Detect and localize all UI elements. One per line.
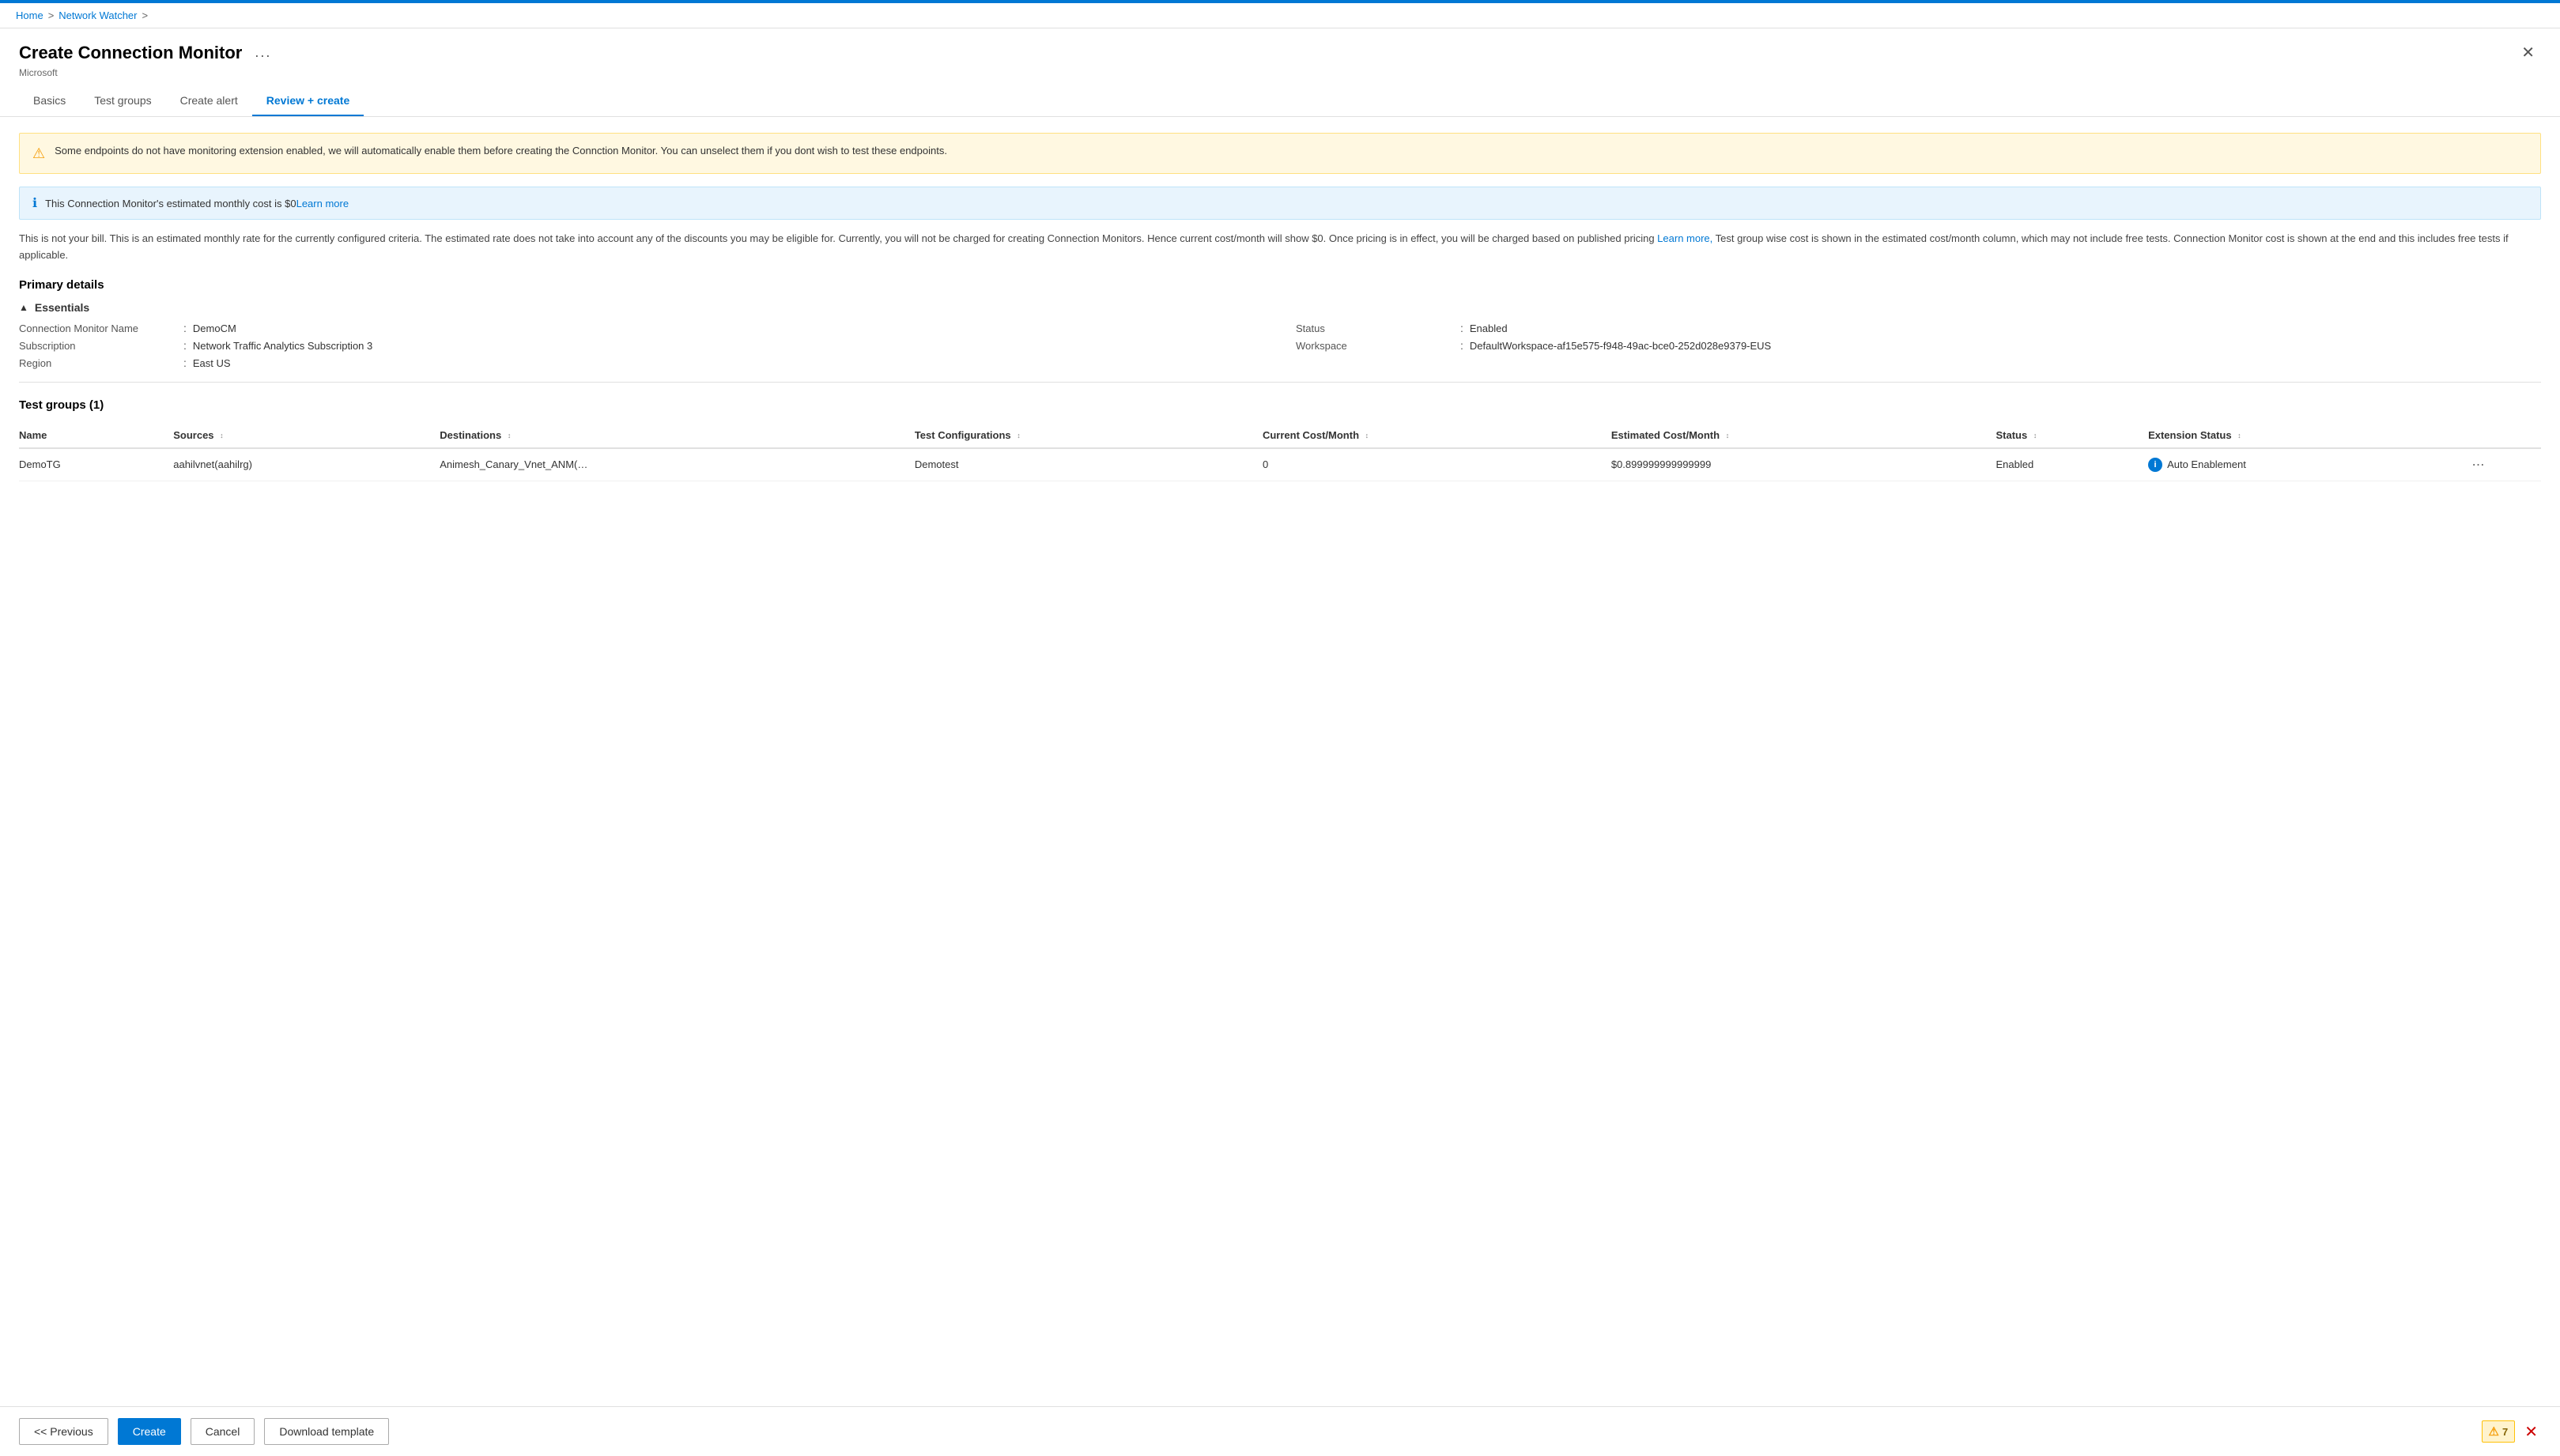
essentials-section: Primary details ▲ Essentials Connection … (19, 278, 2541, 383)
primary-details-title: Primary details (19, 278, 2541, 292)
cell-sources: aahilvnet(aahilrg) (173, 448, 440, 481)
close-panel-button[interactable]: ✕ (2515, 41, 2541, 64)
panel-subtitle: Microsoft (19, 67, 2541, 78)
cell-estimated-cost: $0.899999999999999 (1611, 448, 1996, 481)
col-header-estimated-cost[interactable]: Estimated Cost/Month ↕ (1611, 423, 1996, 448)
extension-info-icon: i (2148, 458, 2162, 472)
desc-before: This is not your bill. This is an estima… (19, 232, 1657, 244)
panel-title: Create Connection Monitor (19, 43, 242, 63)
sort-icon-extension-status: ↕ (2237, 432, 2241, 439)
essentials-label-region: Region (19, 357, 177, 369)
essentials-label-status: Status (1296, 323, 1454, 334)
essentials-label: Essentials (35, 301, 89, 314)
sort-icon-current-cost: ↕ (1365, 432, 1369, 439)
essentials-header[interactable]: ▲ Essentials (19, 301, 2541, 314)
cell-row-actions[interactable]: ⋯ (2471, 448, 2541, 481)
cell-test-configurations: Demotest (915, 448, 1263, 481)
cell-name: DemoTG (19, 448, 173, 481)
col-header-sources[interactable]: Sources ↕ (173, 423, 440, 448)
description-text: This is not your bill. This is an estima… (19, 231, 2541, 264)
essentials-item-subscription: Subscription : Network Traffic Analytics… (19, 339, 1264, 352)
tabs: Basics Test groups Create alert Review +… (19, 86, 2541, 116)
breadcrumb-sep-1: > (48, 9, 55, 21)
extension-status-text: Auto Enablement (2167, 458, 2246, 470)
notification-badge[interactable]: ⚠ 7 (2482, 1420, 2516, 1443)
warning-icon: ⚠ (32, 145, 45, 162)
info-icon: ℹ (32, 195, 37, 211)
test-groups-table: Name Sources ↕ Destinations ↕ Test Confi… (19, 423, 2541, 481)
essentials-label-workspace: Workspace (1296, 340, 1454, 352)
panel-title-row: Create Connection Monitor ... ✕ (19, 41, 2541, 64)
breadcrumb-network-watcher[interactable]: Network Watcher (59, 9, 137, 21)
sort-icon-test-configurations: ↕ (1017, 432, 1021, 439)
row-ellipsis-button[interactable]: ⋯ (2471, 458, 2485, 472)
col-header-actions (2471, 423, 2541, 448)
col-header-extension-status[interactable]: Extension Status ↕ (2148, 423, 2471, 448)
sort-icon-destinations: ↕ (508, 432, 512, 439)
essentials-label-name: Connection Monitor Name (19, 323, 177, 334)
alert-info-text: This Connection Monitor's estimated mont… (45, 198, 349, 209)
cell-destinations: Animesh_Canary_Vnet_ANM(… (440, 448, 915, 481)
table-row: DemoTG aahilvnet(aahilrg) Animesh_Canary… (19, 448, 2541, 481)
extension-status-container: i Auto Enablement (2148, 458, 2462, 472)
col-header-destinations[interactable]: Destinations ↕ (440, 423, 915, 448)
cancel-button[interactable]: Cancel (191, 1418, 255, 1445)
download-template-button[interactable]: Download template (264, 1418, 389, 1445)
test-groups-title: Test groups (1) (19, 398, 2541, 412)
footer: << Previous Create Cancel Download templ… (0, 1406, 2560, 1456)
alert-warning: ⚠ Some endpoints do not have monitoring … (19, 133, 2541, 174)
essentials-item-region: Region : East US (19, 356, 1264, 369)
alert-warning-text: Some endpoints do not have monitoring ex… (55, 145, 947, 157)
sort-icon-sources: ↕ (220, 432, 224, 439)
col-header-test-configurations[interactable]: Test Configurations ↕ (915, 423, 1263, 448)
essentials-label-subscription: Subscription (19, 340, 177, 352)
col-header-status[interactable]: Status ↕ (1996, 423, 2148, 448)
notification-close-button[interactable]: ✕ (2521, 1420, 2541, 1443)
tab-basics[interactable]: Basics (19, 86, 80, 116)
sort-icon-estimated-cost: ↕ (1726, 432, 1730, 439)
notification-warn-icon: ⚠ (2489, 1424, 2499, 1439)
essentials-value-region: East US (193, 357, 231, 369)
alert-info: ℹ This Connection Monitor's estimated mo… (19, 187, 2541, 220)
chevron-up-icon: ▲ (19, 302, 28, 313)
alert-info-text-before: This Connection Monitor's estimated mont… (45, 198, 296, 209)
cell-extension-status: i Auto Enablement (2148, 448, 2471, 481)
create-button[interactable]: Create (118, 1418, 181, 1445)
panel: Create Connection Monitor ... ✕ Microsof… (0, 28, 2560, 1456)
essentials-grid: Connection Monitor Name : DemoCM Subscri… (19, 322, 2541, 383)
essentials-value-subscription: Network Traffic Analytics Subscription 3 (193, 340, 372, 352)
essentials-item-status: Status : Enabled (1296, 322, 2541, 334)
breadcrumb-home[interactable]: Home (16, 9, 43, 21)
essentials-left: Connection Monitor Name : DemoCM Subscri… (19, 322, 1264, 369)
alert-info-learn-more-link[interactable]: Learn more (296, 198, 349, 209)
col-header-current-cost[interactable]: Current Cost/Month ↕ (1263, 423, 1611, 448)
essentials-item-name: Connection Monitor Name : DemoCM (19, 322, 1264, 334)
breadcrumb-sep-2: > (142, 9, 149, 21)
notification-count: 7 (2502, 1426, 2508, 1438)
test-groups-section: Test groups (1) Name Sources ↕ Destinati… (19, 398, 2541, 481)
sort-icon-status: ↕ (2033, 432, 2037, 439)
tab-create-alert[interactable]: Create alert (166, 86, 252, 116)
tab-review-create[interactable]: Review + create (252, 86, 364, 116)
desc-learn-more-link[interactable]: Learn more, (1657, 232, 1712, 244)
table-header-row: Name Sources ↕ Destinations ↕ Test Confi… (19, 423, 2541, 448)
essentials-value-name: DemoCM (193, 323, 236, 334)
previous-button[interactable]: << Previous (19, 1418, 108, 1445)
footer-right: ⚠ 7 ✕ (2482, 1420, 2541, 1443)
essentials-right: Status : Enabled Workspace : DefaultWork… (1296, 322, 2541, 369)
col-header-name: Name (19, 423, 173, 448)
cell-current-cost: 0 (1263, 448, 1611, 481)
panel-header: Create Connection Monitor ... ✕ Microsof… (0, 28, 2560, 117)
essentials-value-workspace: DefaultWorkspace-af15e575-f948-49ac-bce0… (1470, 340, 1771, 352)
breadcrumb: Home > Network Watcher > (0, 3, 2560, 28)
essentials-value-status: Enabled (1470, 323, 1508, 334)
essentials-item-workspace: Workspace : DefaultWorkspace-af15e575-f9… (1296, 339, 2541, 352)
panel-body: ⚠ Some endpoints do not have monitoring … (0, 117, 2560, 1406)
tab-test-groups[interactable]: Test groups (80, 86, 165, 116)
cell-status: Enabled (1996, 448, 2148, 481)
ellipsis-button[interactable]: ... (250, 43, 276, 62)
